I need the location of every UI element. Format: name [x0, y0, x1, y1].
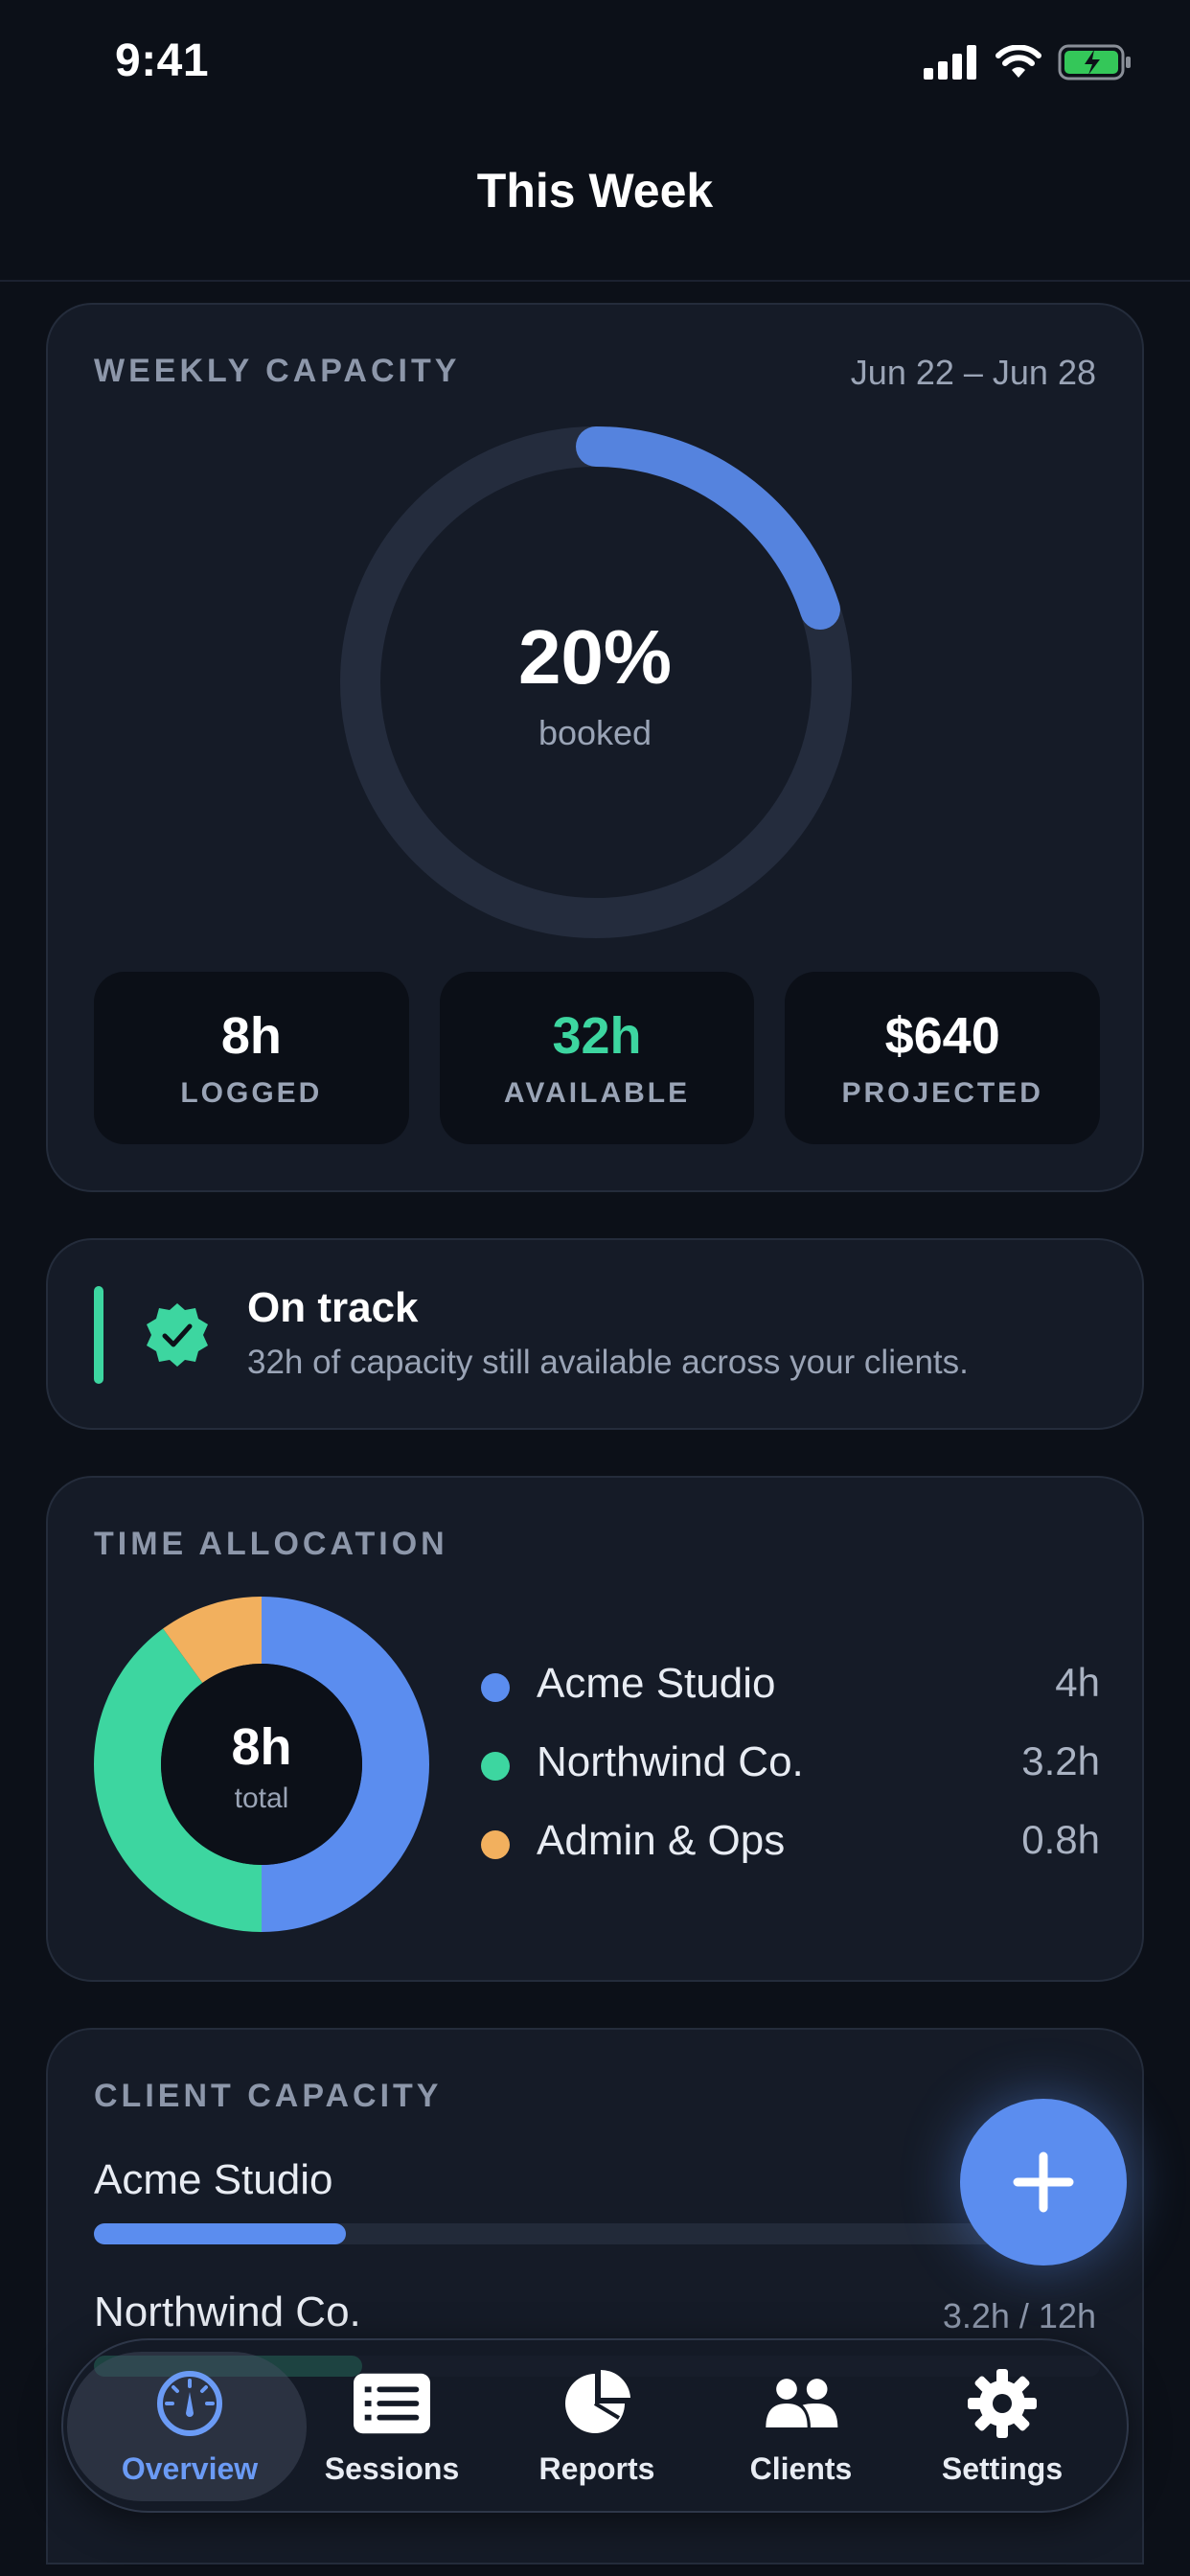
tab-sessions[interactable]: Sessions — [296, 2340, 488, 2515]
wifi-icon — [995, 45, 1041, 78]
status-time: 9:41 — [115, 35, 210, 86]
gear-icon — [964, 2369, 1041, 2438]
booked-percent: 20% — [517, 614, 673, 700]
list-icon — [354, 2369, 430, 2438]
plus-icon — [1013, 2151, 1074, 2213]
gauge-icon — [151, 2369, 228, 2438]
add-session-button[interactable] — [960, 2099, 1127, 2266]
tab-label: Overview — [121, 2451, 259, 2486]
weekly-capacity-label: WEEKLY CAPACITY — [94, 353, 461, 389]
date-range: Jun 22 – Jun 28 — [850, 353, 1096, 392]
legend-name: Admin & Ops — [537, 1817, 786, 1864]
client-name: Acme Studio — [94, 2156, 333, 2203]
stat-label: AVAILABLE — [503, 1077, 691, 1109]
tab-label: Clients — [749, 2451, 853, 2486]
status-description: 32h of capacity still available across y… — [247, 1344, 969, 1381]
legend-name: Acme Studio — [537, 1660, 776, 1707]
client-progress-fill — [94, 2223, 346, 2244]
stat-label: PROJECTED — [841, 1077, 1043, 1109]
legend-name: Northwind Co. — [537, 1738, 804, 1785]
legend-item[interactable]: Northwind Co. 3.2h — [477, 1738, 1100, 1817]
people-icon — [763, 2369, 839, 2438]
page-title: This Week — [476, 164, 714, 218]
legend-dot — [481, 1673, 510, 1702]
donut-center: 8h total — [94, 1597, 429, 1932]
pie-chart-icon — [559, 2369, 635, 2438]
legend-value: 4h — [1055, 1660, 1100, 1705]
tab-bar: Overview Sessions Reports Clients Settin… — [61, 2338, 1129, 2513]
tab-clients[interactable]: Clients — [705, 2340, 897, 2515]
status-icons — [924, 44, 1133, 80]
tab-label: Sessions — [324, 2451, 460, 2486]
status-title: On track — [247, 1284, 419, 1331]
allocation-legend: Acme Studio 4h Northwind Co. 3.2h Admin … — [477, 1660, 1100, 1896]
tab-reports[interactable]: Reports — [501, 2340, 693, 2515]
booked-label: booked — [538, 713, 652, 752]
nav-header: This Week — [0, 134, 1190, 282]
legend-item[interactable]: Admin & Ops 0.8h — [477, 1817, 1100, 1896]
tab-overview[interactable]: Overview — [94, 2340, 286, 2515]
tab-label: Settings — [941, 2451, 1064, 2486]
stat-value: 8h — [220, 1007, 282, 1065]
client-progress-track — [94, 2223, 1100, 2244]
legend-value: 3.2h — [1021, 1738, 1100, 1783]
stat-projected: $640 PROJECTED — [785, 972, 1101, 1144]
status-accent-bar — [94, 1286, 103, 1384]
verified-badge-icon — [147, 1303, 208, 1367]
time-allocation-label: TIME ALLOCATION — [94, 1526, 448, 1562]
stats-row: 8h LOGGED 32h AVAILABLE $640 PROJECTED — [94, 972, 1101, 1144]
status-card[interactable]: On track 32h of capacity still available… — [46, 1238, 1144, 1430]
client-capacity-label: CLIENT CAPACITY — [94, 2078, 443, 2114]
stat-label: LOGGED — [180, 1077, 323, 1109]
signal-icon — [924, 45, 976, 80]
status-bar: 9:41 — [0, 0, 1190, 134]
weekly-capacity-card: WEEKLY CAPACITY Jun 22 – Jun 28 20% book… — [46, 303, 1144, 1192]
stat-value: $640 — [884, 1007, 1000, 1065]
legend-dot — [481, 1830, 510, 1859]
legend-item[interactable]: Acme Studio 4h — [477, 1660, 1100, 1738]
legend-dot — [481, 1752, 510, 1781]
screen: 9:41 This Week WEEKLY CAPACITY Jun 22 – … — [0, 0, 1190, 2576]
stat-logged: 8h LOGGED — [94, 972, 409, 1144]
stat-available: 32h AVAILABLE — [439, 972, 755, 1144]
time-allocation-card: TIME ALLOCATION 8h total Acme Studio 4h … — [46, 1476, 1144, 1982]
donut-total-label: total — [234, 1782, 289, 1814]
client-name: Northwind Co. — [94, 2288, 361, 2335]
tab-settings[interactable]: Settings — [906, 2340, 1098, 2515]
tab-label: Reports — [538, 2451, 655, 2486]
client-hours: 3.2h / 12h — [942, 2296, 1096, 2335]
legend-value: 0.8h — [1021, 1817, 1100, 1862]
donut-total: 8h — [231, 1718, 292, 1776]
battery-charging-icon — [1058, 44, 1131, 80]
capacity-ring-progress — [576, 426, 840, 630]
stat-value: 32h — [552, 1007, 642, 1065]
